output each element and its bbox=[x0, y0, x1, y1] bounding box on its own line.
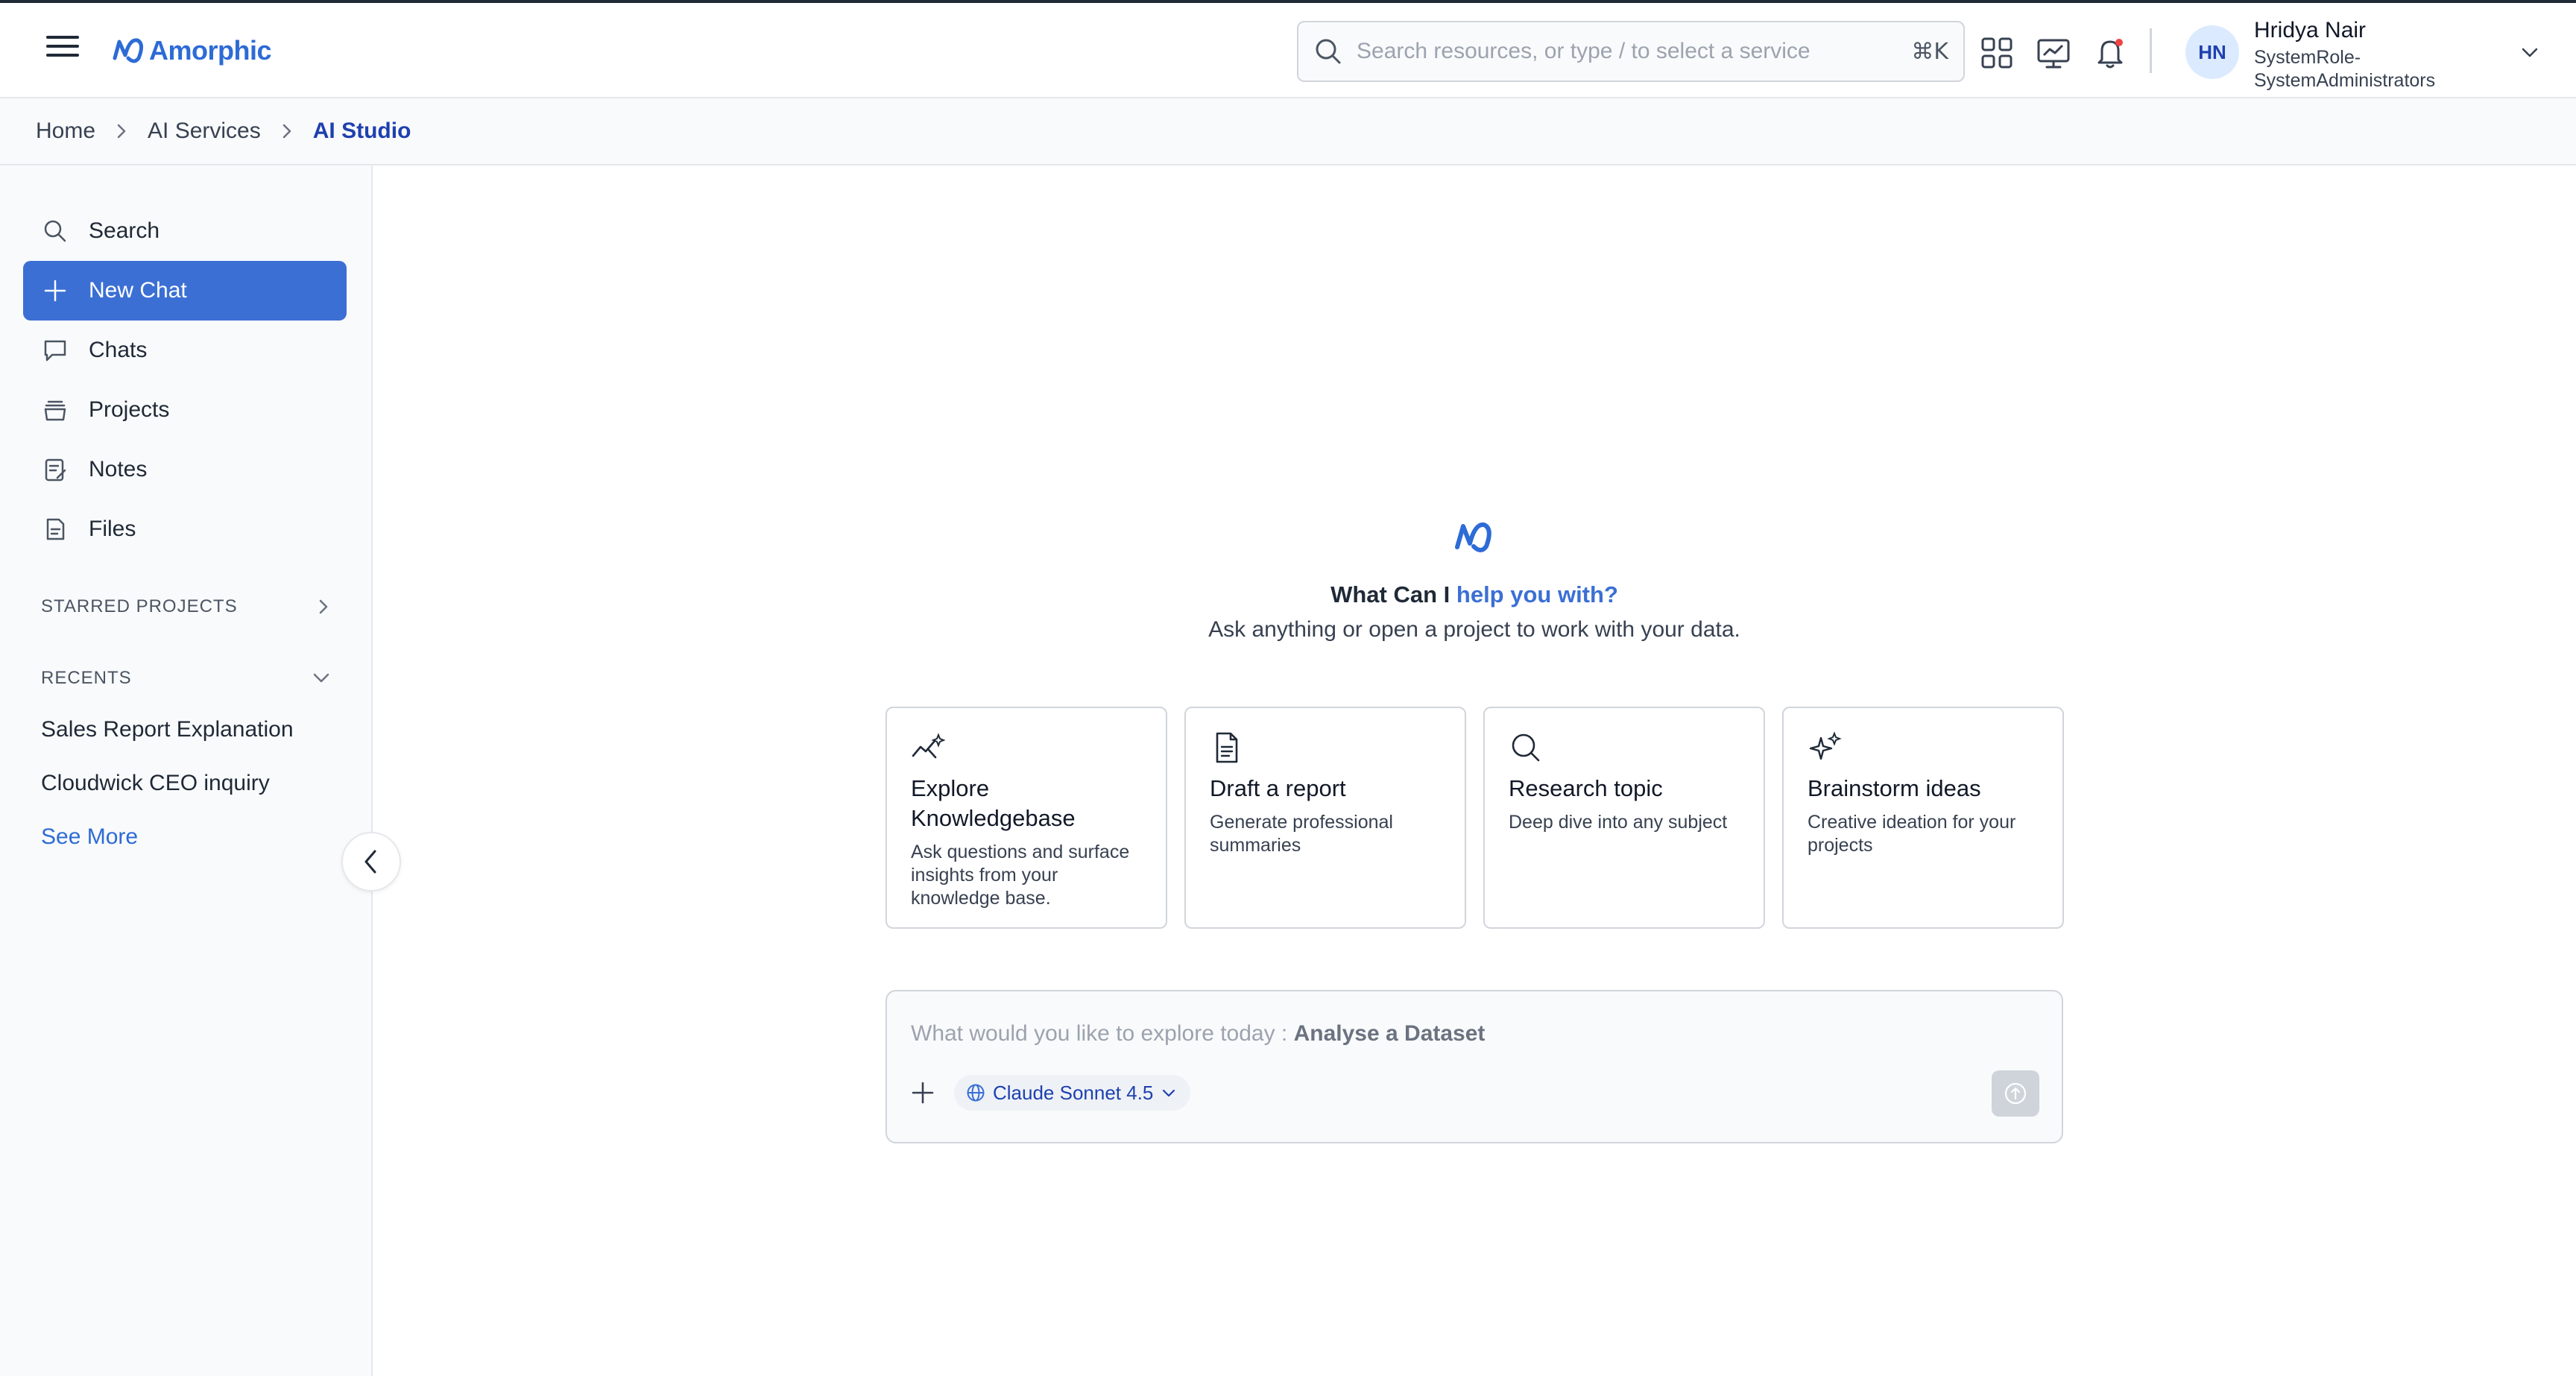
suggestion-card-explore-knowledgebase[interactable]: Explore Knowledgebase Ask questions and … bbox=[886, 707, 1167, 929]
recents-heading: RECENTS bbox=[41, 668, 132, 688]
suggestion-card-draft-report[interactable]: Draft a report Generate professional sum… bbox=[1184, 707, 1466, 929]
amorphic-logo-icon bbox=[1455, 522, 1491, 552]
sidebar-item-label: Notes bbox=[89, 457, 148, 482]
sidebar-item-search[interactable]: Search bbox=[23, 201, 347, 261]
chevron-right-icon bbox=[319, 599, 328, 614]
plus-icon bbox=[44, 280, 66, 302]
breadcrumb: Home AI Services AI Studio bbox=[0, 98, 2576, 165]
starred-projects-toggle[interactable]: STARRED PROJECTS bbox=[41, 596, 332, 617]
composer-input[interactable]: What would you like to explore today : A… bbox=[911, 1021, 1485, 1047]
chevron-down-icon bbox=[1163, 1089, 1175, 1097]
sidebar-item-files[interactable]: Files bbox=[23, 499, 347, 559]
top-header: Amorphic Search resources, or type / to … bbox=[0, 3, 2576, 98]
model-selector[interactable]: Claude Sonnet 4.5 bbox=[954, 1075, 1191, 1111]
user-avatar[interactable]: HN bbox=[2185, 25, 2239, 79]
hero-title: What Can I help you with? bbox=[884, 581, 2065, 608]
sidebar-item-label: Search bbox=[89, 218, 160, 243]
sidebar-item-new-chat[interactable]: New Chat bbox=[23, 261, 347, 321]
globe-icon bbox=[967, 1084, 985, 1102]
send-arrow-icon bbox=[2004, 1082, 2027, 1105]
suggestion-card-brainstorm-ideas[interactable]: Brainstorm ideas Creative ideation for y… bbox=[1782, 707, 2064, 929]
document-icon bbox=[1216, 732, 1238, 763]
brand-logo[interactable]: Amorphic bbox=[112, 30, 272, 72]
files-icon bbox=[46, 518, 65, 540]
notes-icon bbox=[45, 458, 66, 482]
card-description: Creative ideation for your projects bbox=[1808, 812, 2016, 856]
search-shortcut-hint: ⌘K bbox=[1911, 38, 1948, 65]
recents-toggle[interactable]: RECENTS bbox=[41, 668, 332, 689]
user-name[interactable]: Hridya Nair bbox=[2254, 18, 2366, 43]
composer-placeholder-example: Analyse a Dataset bbox=[1293, 1021, 1486, 1046]
sidebar-item-label: New Chat bbox=[89, 278, 187, 303]
sidebar-item-chats[interactable]: Chats bbox=[23, 321, 347, 380]
send-button[interactable] bbox=[1992, 1070, 2039, 1117]
card-title: Research topic bbox=[1509, 775, 1663, 801]
card-description: Generate professional summaries bbox=[1210, 812, 1393, 856]
chevron-down-icon bbox=[313, 673, 329, 683]
suggestion-card-research-topic[interactable]: Research topic Deep dive into any subjec… bbox=[1483, 707, 1765, 929]
hero-title-accent: help you with? bbox=[1456, 581, 1618, 607]
chevron-right-icon bbox=[115, 122, 128, 140]
see-more-link[interactable]: See More bbox=[41, 824, 138, 850]
user-role: SystemRole-SystemAdministrators bbox=[2254, 47, 2436, 91]
global-search-field[interactable]: Search resources, or type / to select a … bbox=[1297, 21, 1965, 82]
chat-composer[interactable]: What would you like to explore today : A… bbox=[886, 990, 2063, 1143]
sparkles-icon bbox=[1809, 731, 1842, 760]
breadcrumb-home[interactable]: Home bbox=[36, 119, 95, 144]
starred-projects-heading: STARRED PROJECTS bbox=[41, 596, 238, 616]
card-title: Draft a report bbox=[1210, 775, 1346, 801]
search-icon bbox=[1316, 39, 1341, 64]
sidebar-item-label: Projects bbox=[89, 397, 170, 422]
sidebar-item-projects[interactable]: Projects bbox=[23, 380, 347, 440]
sidebar-item-label: Chats bbox=[89, 338, 148, 362]
notification-bell-icon[interactable] bbox=[2093, 36, 2127, 70]
card-title: Brainstorm ideas bbox=[1808, 775, 1981, 801]
amorphic-logo-icon bbox=[113, 38, 143, 63]
projects-icon bbox=[44, 400, 66, 421]
search-icon bbox=[44, 220, 66, 242]
chevron-right-icon bbox=[280, 122, 294, 140]
card-description: Ask questions and surface insights from … bbox=[911, 842, 1130, 909]
attach-plus-icon[interactable] bbox=[909, 1079, 936, 1106]
header-divider bbox=[2150, 28, 2152, 73]
chevron-down-icon[interactable] bbox=[2518, 40, 2542, 64]
model-selector-label: Claude Sonnet 4.5 bbox=[993, 1081, 1154, 1104]
chevron-left-icon bbox=[364, 850, 376, 874]
breadcrumb-ai-studio: AI Studio bbox=[312, 119, 411, 143]
recent-chat-item[interactable]: Sales Report Explanation bbox=[41, 717, 294, 742]
monitor-chart-icon[interactable] bbox=[2036, 36, 2071, 70]
recent-chat-item[interactable]: Cloudwick CEO inquiry bbox=[41, 771, 270, 796]
brand-name: Amorphic bbox=[149, 35, 272, 66]
collapse-sidebar-button[interactable] bbox=[341, 832, 401, 891]
hero-subtitle: Ask anything or open a project to work w… bbox=[1208, 617, 1740, 642]
menu-icon[interactable] bbox=[46, 36, 79, 69]
card-description: Deep dive into any subject bbox=[1509, 812, 1728, 833]
apps-grid-icon[interactable] bbox=[1980, 36, 2014, 70]
card-title: Explore Knowledgebase bbox=[911, 775, 1076, 831]
sidebar-item-label: Files bbox=[89, 517, 136, 541]
sparkline-icon bbox=[912, 733, 945, 759]
composer-placeholder: What would you like to explore today : bbox=[911, 1021, 1294, 1046]
sidebar: Search New Chat Chats Projects Notes Fil… bbox=[0, 165, 373, 1376]
breadcrumb-ai-services[interactable]: AI Services bbox=[148, 119, 261, 144]
global-search-placeholder[interactable]: Search resources, or type / to select a … bbox=[1357, 39, 1911, 64]
search-icon bbox=[1512, 733, 1540, 762]
hero-title-prefix: What Can I bbox=[1330, 581, 1456, 607]
chat-bubble-icon bbox=[44, 340, 66, 362]
sidebar-item-notes[interactable]: Notes bbox=[23, 440, 347, 499]
